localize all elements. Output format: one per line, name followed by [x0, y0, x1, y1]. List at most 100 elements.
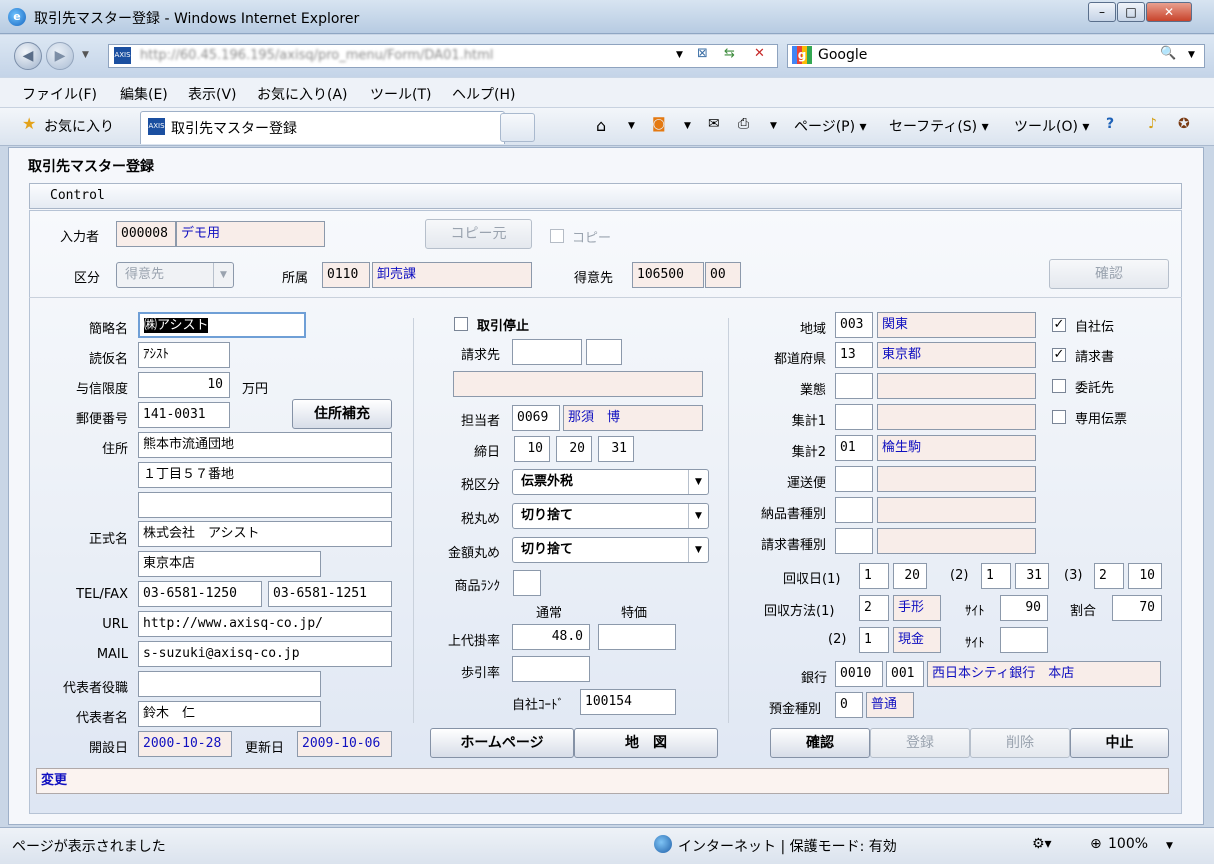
menu-favorites[interactable]: お気に入り(A) [257, 84, 348, 104]
feeds-dropdown-icon[interactable]: ▼ [684, 121, 691, 131]
closing2-input[interactable]: 20 [556, 436, 592, 462]
security-icon[interactable]: ⚙▾ [1032, 836, 1052, 852]
stop-icon[interactable]: ✕ [754, 46, 765, 61]
header-confirm-button[interactable]: 確認 [1049, 259, 1169, 289]
tax-kind-select[interactable]: 伝票外税 ▼ [512, 469, 709, 495]
closing3-input[interactable]: 31 [598, 436, 634, 462]
billing-sub-input[interactable] [586, 339, 622, 365]
menu-edit[interactable]: 編集(E) [120, 84, 168, 104]
delete-button[interactable]: 削除 [970, 728, 1070, 758]
fax-input[interactable]: 03-6581-1251 [268, 581, 392, 607]
business-code-input[interactable] [835, 373, 873, 399]
homepage-button[interactable]: ホームページ [430, 728, 574, 758]
zoom-dropdown-icon[interactable]: ▼ [1166, 841, 1173, 851]
dedicated-slip-checkbox[interactable] [1052, 410, 1066, 424]
mail-input[interactable]: s-suzuki@axisq-co.jp [138, 641, 392, 667]
address3-input[interactable] [138, 492, 392, 518]
rep-title-input[interactable] [138, 671, 321, 697]
page-menu[interactable]: ページ(P) ▾ [794, 116, 867, 136]
copy-source-button[interactable]: コピー元 [425, 219, 532, 249]
collect-day3-a-input[interactable]: 2 [1094, 563, 1124, 589]
staff-code-input[interactable]: 0069 [512, 405, 560, 431]
bank-code-input[interactable]: 0010 [835, 661, 883, 687]
collect-day2-b-input[interactable]: 31 [1015, 563, 1049, 589]
pref-code-input[interactable]: 13 [835, 342, 873, 368]
kubun-select[interactable]: 得意先 ▼ [116, 262, 234, 288]
invoice-checkbox[interactable]: ✓ [1052, 348, 1066, 362]
confirm-button[interactable]: 確認 [770, 728, 870, 758]
agg2-code-input[interactable]: 01 [835, 435, 873, 461]
branch-code-input[interactable]: 001 [886, 661, 924, 687]
carrier-code-input[interactable] [835, 466, 873, 492]
home-dropdown-icon[interactable]: ▼ [628, 121, 635, 131]
address-fill-button[interactable]: 住所補充 [292, 399, 392, 429]
deposit-code-input[interactable]: 0 [835, 692, 863, 718]
print-dropdown-icon[interactable]: ▼ [770, 121, 777, 131]
own-slip-checkbox[interactable]: ✓ [1052, 318, 1066, 332]
safety-menu[interactable]: セーフティ(S) ▾ [889, 116, 989, 136]
collect-day1-b-input[interactable]: 20 [893, 563, 927, 589]
tel-input[interactable]: 03-6581-1250 [138, 581, 262, 607]
copy-checkbox[interactable] [550, 229, 564, 243]
closing1-input[interactable]: 10 [514, 436, 550, 462]
feeds-icon[interactable]: ◙ [652, 116, 666, 132]
short-name-input[interactable]: ㈱アシスト [138, 312, 306, 338]
official2-input[interactable]: 東京本店 [138, 551, 321, 577]
zip-input[interactable]: 141-0031 [138, 402, 230, 428]
collect-method2-site-input[interactable] [1000, 627, 1048, 653]
menu-help[interactable]: ヘルプ(H) [452, 84, 515, 104]
amount-round-select[interactable]: 切り捨て ▼ [512, 537, 709, 563]
address2-input[interactable]: １丁目５７番地 [138, 462, 392, 488]
delivery-kind-code-input[interactable] [835, 497, 873, 523]
rate-normal-input[interactable]: 48.0 [512, 624, 590, 650]
minimize-button[interactable]: – [1088, 2, 1116, 22]
history-dropdown-icon[interactable]: ▼ [82, 50, 89, 60]
discount-input[interactable] [512, 656, 590, 682]
forward-icon[interactable]: ▶ [46, 42, 74, 70]
consign-checkbox[interactable] [1052, 379, 1066, 393]
stop-trade-checkbox[interactable] [454, 317, 468, 331]
tax-round-select[interactable]: 切り捨て ▼ [512, 503, 709, 529]
zone-status[interactable]: インターネット | 保護モード: 有効 [678, 836, 897, 856]
url-dropdown-icon[interactable]: ▼ [676, 50, 683, 60]
collect-day1-a-input[interactable]: 1 [859, 563, 889, 589]
refresh-icon[interactable]: ⇆ [724, 46, 735, 61]
favorites-button[interactable]: お気に入り [44, 116, 114, 136]
print-icon[interactable]: ⎙ [738, 116, 749, 132]
maximize-button[interactable]: □ [1117, 2, 1145, 22]
favorites-star-icon[interactable]: ★ [22, 114, 36, 133]
own-code-input[interactable]: 100154 [580, 689, 676, 715]
home-icon[interactable]: ⌂ [596, 116, 606, 135]
map-button[interactable]: 地 図 [574, 728, 718, 758]
credit-input[interactable]: 10 [138, 372, 230, 398]
invoice-kind-code-input[interactable] [835, 528, 873, 554]
billing-code-input[interactable] [512, 339, 582, 365]
new-tab-button[interactable] [500, 113, 535, 142]
collect-method2-code-input[interactable]: 1 [859, 627, 889, 653]
menu-file[interactable]: ファイル(F) [22, 84, 97, 104]
search-dropdown-icon[interactable]: ▼ [1188, 50, 1195, 60]
bookmark-icon[interactable]: ✪ [1178, 116, 1190, 132]
compat-view-icon[interactable]: ⊠ [697, 46, 708, 61]
close-button[interactable]: ✕ [1146, 2, 1192, 22]
zoom-icon[interactable]: ⊕ [1090, 836, 1102, 852]
cancel-button[interactable]: 中止 [1070, 728, 1169, 758]
collect-day2-a-input[interactable]: 1 [981, 563, 1011, 589]
register-button[interactable]: 登録 [870, 728, 970, 758]
collect-day3-b-input[interactable]: 10 [1128, 563, 1162, 589]
menu-view[interactable]: 表示(V) [188, 84, 237, 104]
kana-input[interactable]: ｱｼｽﾄ [138, 342, 230, 368]
official1-input[interactable]: 株式会社 アシスト [138, 521, 392, 547]
rep-name-input[interactable]: 鈴木 仁 [138, 701, 321, 727]
collect-method1-ratio-input[interactable]: 70 [1112, 595, 1162, 621]
menu-tools[interactable]: ツール(T) [370, 84, 431, 104]
help-icon[interactable]: ? [1106, 116, 1114, 132]
collect-method1-code-input[interactable]: 2 [859, 595, 889, 621]
rate-special-input[interactable] [598, 624, 676, 650]
url-input[interactable]: http://www.axisq-co.jp/ [138, 611, 392, 637]
collect-method1-site-input[interactable]: 90 [1000, 595, 1048, 621]
rank-input[interactable] [513, 570, 541, 596]
back-icon[interactable]: ◀ [14, 42, 42, 70]
address1-input[interactable]: 熊本市流通団地 [138, 432, 392, 458]
zoom-level[interactable]: 100% [1108, 836, 1148, 852]
